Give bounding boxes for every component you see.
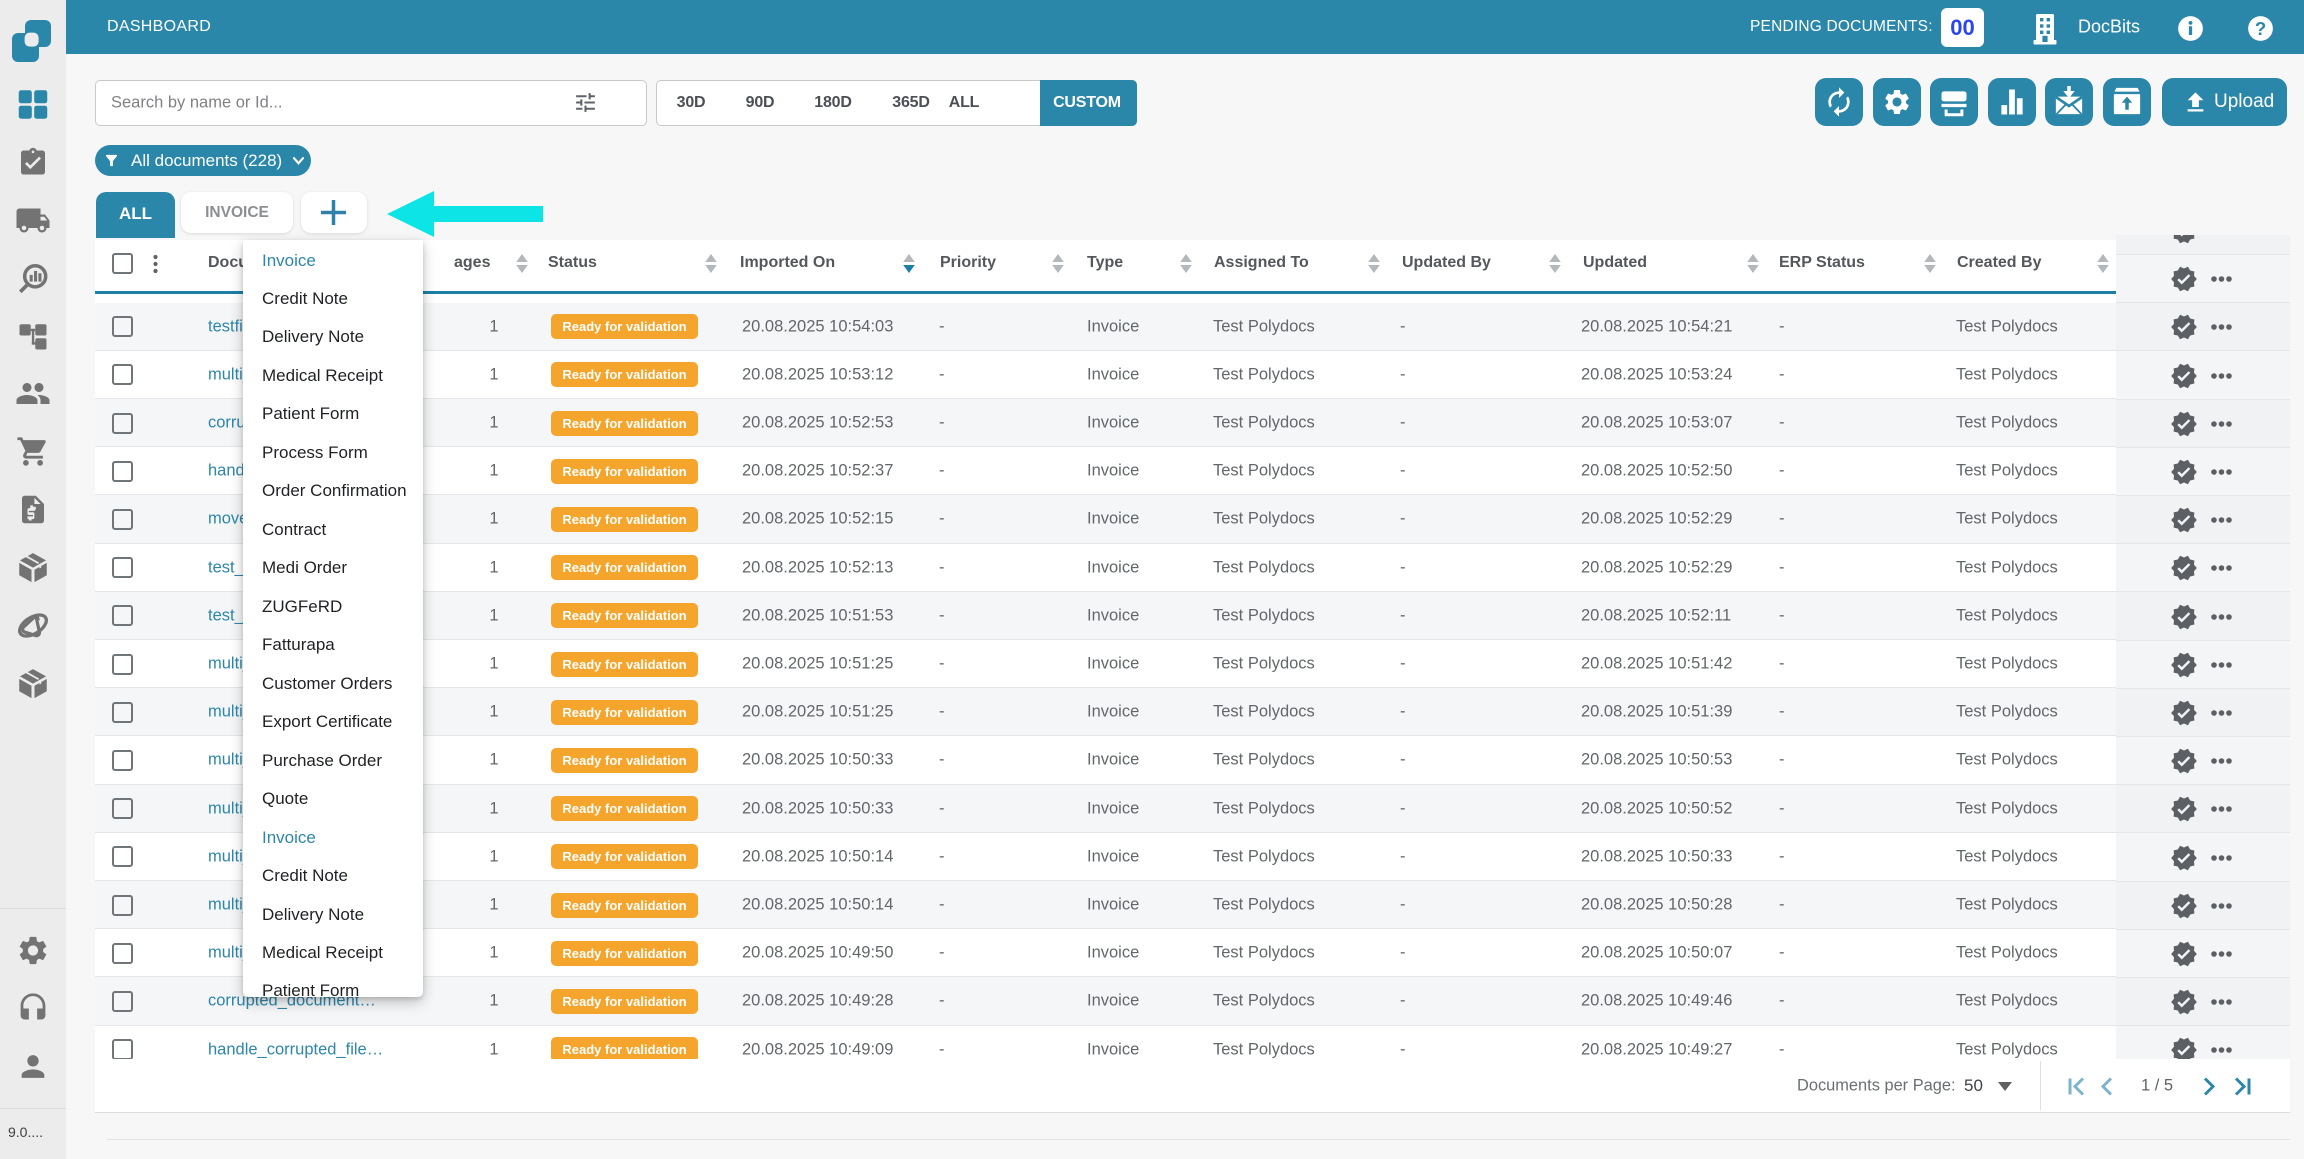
svg-text:?: ? xyxy=(2255,18,2266,39)
